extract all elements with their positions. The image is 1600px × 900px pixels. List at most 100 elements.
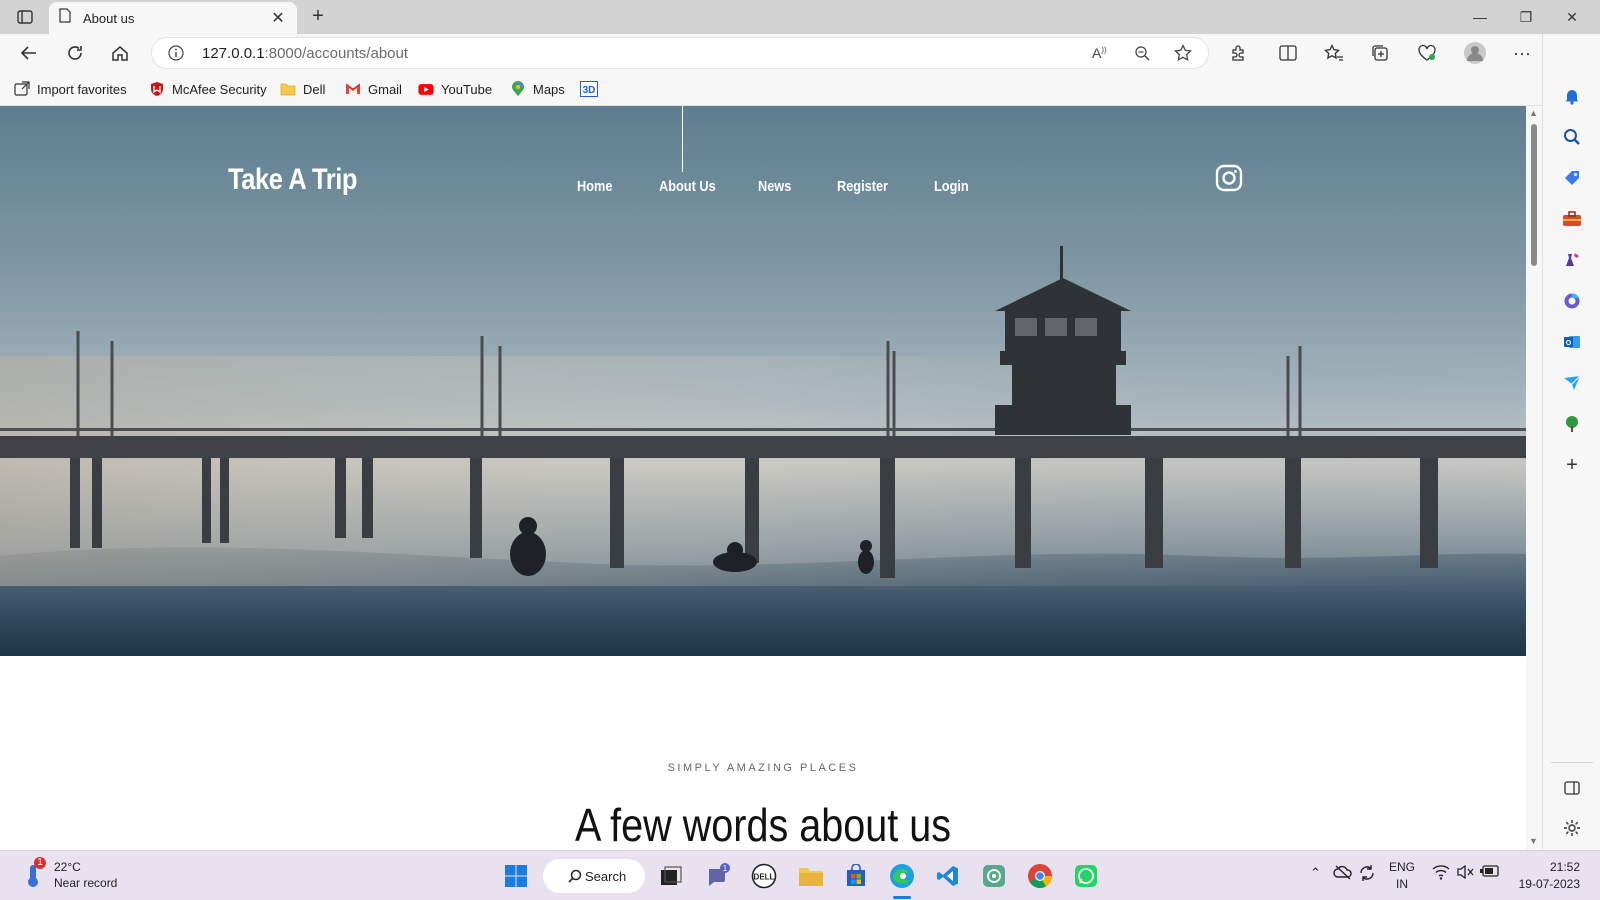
nav-news[interactable]: News <box>758 178 791 195</box>
favorite-youtube[interactable]: YouTube <box>418 80 492 98</box>
wifi-icon[interactable] <box>1432 864 1450 883</box>
thermometer-icon <box>28 857 46 887</box>
dell-icon[interactable]: DELL <box>748 860 780 892</box>
favorite-label: Import favorites <box>37 81 127 97</box>
microsoft-365-icon[interactable] <box>1560 289 1584 313</box>
weather-temp: 22°C <box>54 860 81 874</box>
favorites-bar: Import favorites McAfee Security Dell Gm… <box>0 72 1600 106</box>
windows-taskbar: 1 22°C Near record Search 1 DELL ⌃ ENG I… <box>0 850 1600 900</box>
zoom-icon[interactable] <box>1134 45 1150 66</box>
refresh-icon[interactable] <box>61 40 89 66</box>
section-subtitle: SIMPLY AMAZING PLACES <box>667 762 859 774</box>
volume-muted-icon[interactable] <box>1456 864 1474 883</box>
battery-icon[interactable] <box>1480 864 1500 881</box>
favorite-mcafee[interactable]: McAfee Security <box>149 80 267 98</box>
youtube-icon <box>418 81 434 97</box>
taskbar-search[interactable]: Search <box>543 859 645 893</box>
scroll-up-icon[interactable]: ▲ <box>1529 108 1538 118</box>
active-app-indicator <box>893 896 911 899</box>
extensions-icon[interactable] <box>1226 40 1252 66</box>
outlook-icon[interactable]: O <box>1560 330 1584 354</box>
nav-divider <box>682 106 683 172</box>
favorite-label: Maps <box>533 81 565 97</box>
language-top: ENG <box>1389 860 1416 874</box>
back-icon[interactable] <box>15 40 43 66</box>
instagram-icon[interactable] <box>1215 164 1243 192</box>
favorite-label: Dell <box>303 81 326 97</box>
split-screen-icon[interactable] <box>1275 40 1301 66</box>
task-view-icon[interactable] <box>655 860 687 892</box>
home-icon[interactable] <box>106 40 134 66</box>
add-sidebar-icon[interactable]: + <box>1560 453 1584 477</box>
tree-icon[interactable] <box>1560 412 1584 436</box>
shopping-tag-icon[interactable] <box>1560 166 1584 190</box>
page-scrollbar[interactable]: ▲ ▼ <box>1526 106 1542 850</box>
language-bottom: IN <box>1396 877 1408 891</box>
nav-register[interactable]: Register <box>837 178 888 195</box>
address-bar[interactable]: 127.0.0.1:8000/accounts/about A)) <box>151 37 1209 69</box>
sidebar-divider <box>1551 762 1593 763</box>
nav-login[interactable]: Login <box>934 178 969 195</box>
favorite-star-icon[interactable] <box>1174 43 1192 67</box>
system-clock[interactable]: 21:52 19-07-2023 <box>1516 859 1580 893</box>
chatgpt-app-icon[interactable] <box>978 860 1010 892</box>
scrollbar-thumb[interactable] <box>1531 124 1537 266</box>
sync-icon[interactable] <box>1358 864 1376 885</box>
site-brand[interactable]: Take A Trip <box>228 163 357 197</box>
tab-title: About us <box>83 10 135 26</box>
restore-icon[interactable]: ❐ <box>1506 4 1546 30</box>
favorite-label: Gmail <box>368 81 402 97</box>
language-indicator[interactable]: ENG IN <box>1389 859 1415 893</box>
file-explorer-icon[interactable] <box>795 860 827 892</box>
close-tab-icon[interactable]: ✕ <box>269 8 287 28</box>
site-info-icon[interactable] <box>168 45 184 66</box>
svg-text:3D: 3D <box>583 85 596 96</box>
hide-sidebar-icon[interactable] <box>1560 776 1584 800</box>
nav-home[interactable]: Home <box>577 178 612 195</box>
send-icon[interactable] <box>1560 371 1584 395</box>
vscode-icon[interactable] <box>932 860 964 892</box>
collections-icon[interactable] <box>1367 40 1393 66</box>
onedrive-icon[interactable] <box>1333 864 1353 883</box>
edge-icon[interactable] <box>886 860 918 892</box>
active-tab[interactable]: About us ✕ <box>49 2 297 34</box>
svg-text:DELL: DELL <box>754 873 775 882</box>
search-icon[interactable] <box>1560 125 1584 149</box>
favorites-icon[interactable] <box>1321 40 1347 66</box>
favorite-dell[interactable]: Dell <box>280 80 325 98</box>
page-icon <box>59 8 71 28</box>
favorite-gmail[interactable]: Gmail <box>345 80 402 98</box>
scroll-down-icon[interactable]: ▼ <box>1529 836 1538 846</box>
window-close-icon[interactable]: ✕ <box>1552 4 1592 30</box>
new-tab-icon[interactable]: + <box>306 4 330 28</box>
more-options-icon[interactable]: ··· <box>1509 40 1535 66</box>
read-aloud-icon[interactable]: A)) <box>1092 45 1107 61</box>
games-icon[interactable] <box>1560 248 1584 272</box>
url-host: 127.0.0.1 <box>202 45 265 62</box>
nav-about-us[interactable]: About Us <box>659 178 716 195</box>
favorite-label: McAfee Security <box>172 81 267 97</box>
weather-condition: Near record <box>54 876 118 890</box>
tab-actions-icon[interactable] <box>10 6 40 28</box>
tools-icon[interactable] <box>1560 207 1584 231</box>
section-heading: A few words about us <box>574 799 952 850</box>
store-icon[interactable] <box>840 860 872 892</box>
show-hidden-icons[interactable]: ⌃ <box>1310 865 1321 881</box>
minimize-icon[interactable]: — <box>1460 4 1500 30</box>
browser-essentials-icon[interactable] <box>1414 40 1440 66</box>
notifications-icon[interactable] <box>1560 84 1584 108</box>
weather-badge: 1 <box>37 857 43 868</box>
settings-gear-icon[interactable] <box>1560 816 1584 840</box>
favorite-maps[interactable]: Maps <box>510 80 565 98</box>
chrome-icon[interactable] <box>1024 860 1056 892</box>
start-icon[interactable] <box>500 860 532 892</box>
whatsapp-icon[interactable] <box>1070 860 1102 892</box>
favorite-3d[interactable]: 3D <box>580 80 605 98</box>
profile-avatar-icon[interactable] <box>1462 40 1488 66</box>
favorite-import[interactable]: Import favorites <box>14 80 127 98</box>
url-text[interactable]: 127.0.0.1:8000/accounts/about <box>202 45 408 62</box>
teams-badge: 1 <box>723 864 728 873</box>
weather-widget[interactable]: 1 22°C Near record <box>22 857 117 894</box>
clock-date: 19-07-2023 <box>1518 877 1580 891</box>
teams-chat-icon[interactable]: 1 <box>702 860 734 892</box>
